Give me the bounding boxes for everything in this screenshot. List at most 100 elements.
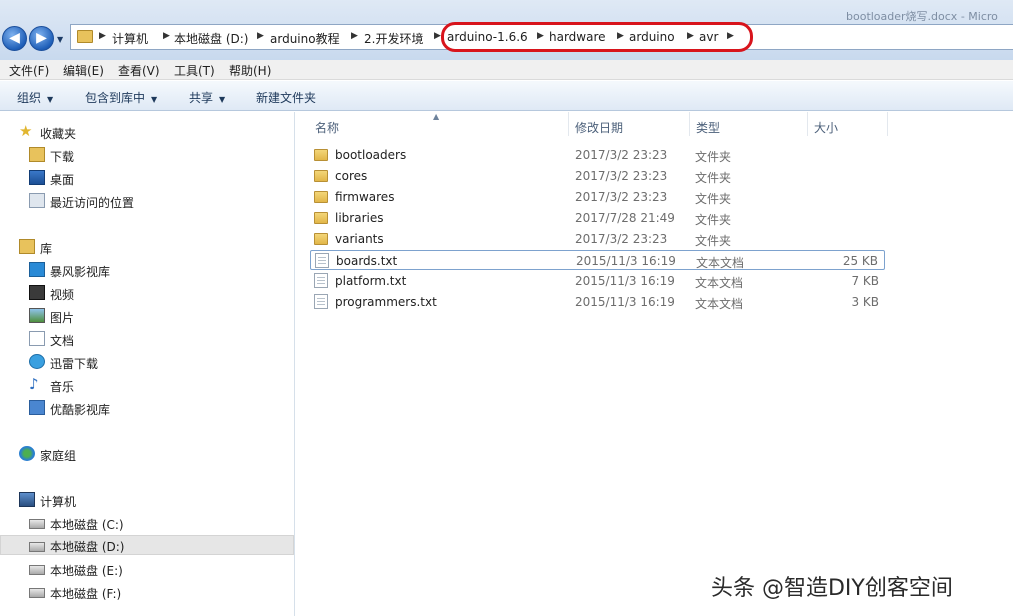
file-row[interactable]: cores 2017/3/2 23:23 文件夹 xyxy=(310,166,885,186)
nav-item-label: 本地磁盘 (E:) xyxy=(50,564,123,578)
file-date: 2015/11/3 16:19 xyxy=(576,254,676,268)
forward-button[interactable]: ▶ xyxy=(29,26,54,51)
nav-item-documents[interactable]: 文档 xyxy=(0,329,294,349)
nav-item-videos[interactable]: 视频 xyxy=(0,283,294,303)
nav-item-label: 视频 xyxy=(50,288,75,302)
file-row[interactable]: boards.txt 2015/11/3 16:19 文本文档 25 KB xyxy=(310,250,885,270)
file-name: cores xyxy=(335,169,368,183)
breadcrumb-dev-env[interactable]: 2.开发环境 xyxy=(364,30,423,47)
folder-icon xyxy=(314,191,328,203)
file-date: 2017/3/2 23:23 xyxy=(575,148,668,162)
breadcrumb-computer[interactable]: 计算机 xyxy=(112,30,148,47)
file-row[interactable]: platform.txt 2015/11/3 16:19 文本文档 7 KB xyxy=(310,271,885,291)
nav-item-xunlei-downloads[interactable]: 迅雷下载 xyxy=(0,352,294,372)
file-row[interactable]: libraries 2017/7/28 21:49 文件夹 xyxy=(310,208,885,228)
nav-item-downloads[interactable]: 下载 xyxy=(0,145,294,165)
file-type: 文件夹 xyxy=(695,234,732,248)
nav-homegroup[interactable]: 家庭组 xyxy=(0,444,294,464)
organize-button[interactable]: 组织 ▼ xyxy=(17,89,53,106)
file-name: platform.txt xyxy=(335,274,407,288)
star-icon: ★ xyxy=(19,122,33,140)
file-name: libraries xyxy=(335,211,384,225)
menu-tools[interactable]: 工具(T) xyxy=(174,62,215,79)
column-date-label: 修改日期 xyxy=(575,121,624,135)
breadcrumb-separator-icon[interactable]: ▶ xyxy=(351,31,358,41)
file-size: 7 KB xyxy=(851,274,879,288)
nav-item-label: 迅雷下载 xyxy=(50,357,99,371)
nav-item-label: 图片 xyxy=(50,311,75,325)
nav-item-label: 本地磁盘 (C:) xyxy=(50,518,124,532)
highlight-annotation-oval xyxy=(441,22,753,52)
share-button[interactable]: 共享 ▼ xyxy=(189,89,225,106)
nav-item-youku-library[interactable]: 优酷影视库 xyxy=(0,398,294,418)
file-row[interactable]: programmers.txt 2015/11/3 16:19 文本文档 3 K… xyxy=(310,292,885,312)
menu-file[interactable]: 文件(F) xyxy=(9,62,49,79)
nav-item-pictures[interactable]: 图片 xyxy=(0,306,294,326)
nav-item-label: 优酷影视库 xyxy=(50,403,111,417)
column-header-size[interactable]: 大小 xyxy=(808,112,888,136)
watermark-text: 头条 @智造DIY创客空间 xyxy=(711,576,953,601)
include-in-library-button[interactable]: 包含到库中 ▼ xyxy=(85,89,157,106)
column-header-name[interactable]: 名称 ▲ xyxy=(309,112,569,136)
breadcrumb-separator-icon[interactable]: ▶ xyxy=(99,31,106,41)
new-folder-button[interactable]: 新建文件夹 xyxy=(256,89,316,106)
file-row[interactable]: firmwares 2017/3/2 23:23 文件夹 xyxy=(310,187,885,207)
folder-icon xyxy=(314,149,328,161)
nav-computer[interactable]: 计算机 xyxy=(0,490,294,510)
nav-item-drive-e[interactable]: 本地磁盘 (E:) xyxy=(0,559,294,579)
nav-item-label: 下载 xyxy=(50,150,75,164)
back-button[interactable]: ◀ xyxy=(2,26,27,51)
menu-edit[interactable]: 编辑(E) xyxy=(63,62,104,79)
nav-item-drive-f[interactable]: 本地磁盘 (F:) xyxy=(0,582,294,602)
nav-item-recent-places[interactable]: 最近访问的位置 xyxy=(0,191,294,211)
column-size-label: 大小 xyxy=(814,121,839,135)
file-name: boards.txt xyxy=(336,254,398,268)
file-date: 2015/11/3 16:19 xyxy=(575,274,675,288)
xunlei-icon xyxy=(29,354,45,369)
file-date: 2017/3/2 23:23 xyxy=(575,232,668,246)
text-document-icon xyxy=(315,253,329,268)
chevron-down-icon: ▼ xyxy=(57,35,64,44)
file-name: bootloaders xyxy=(335,148,407,162)
nav-favorites[interactable]: ★ 收藏夹 xyxy=(0,122,294,142)
breadcrumb-drive-d[interactable]: 本地磁盘 (D:) xyxy=(174,30,248,47)
nav-libraries[interactable]: 库 xyxy=(0,237,294,257)
recent-places-icon xyxy=(29,193,45,208)
nav-item-desktop[interactable]: 桌面 xyxy=(0,168,294,188)
breadcrumb-separator-icon[interactable]: ▶ xyxy=(257,31,264,41)
column-header-date[interactable]: 修改日期 xyxy=(569,112,690,136)
drive-icon xyxy=(29,588,45,598)
file-type: 文本文档 xyxy=(695,297,744,311)
breadcrumb-separator-icon[interactable]: ▶ xyxy=(163,31,170,41)
library-icon xyxy=(19,239,35,254)
breadcrumb-arduino-tutorial[interactable]: arduino教程 xyxy=(270,30,340,47)
music-note-icon: ♪ xyxy=(29,375,39,393)
nav-item-drive-c[interactable]: 本地磁盘 (C:) xyxy=(0,513,294,533)
file-row[interactable]: bootloaders 2017/3/2 23:23 文件夹 xyxy=(310,145,885,165)
menu-help[interactable]: 帮助(H) xyxy=(229,62,271,79)
file-type: 文件夹 xyxy=(695,213,732,227)
command-bar: 组织 ▼ 包含到库中 ▼ 共享 ▼ 新建文件夹 xyxy=(0,81,1013,111)
breadcrumb-separator-icon[interactable]: ▶ xyxy=(434,31,441,41)
file-row[interactable]: variants 2017/3/2 23:23 文件夹 xyxy=(310,229,885,249)
sort-ascending-icon: ▲ xyxy=(433,112,440,121)
nav-item-drive-d[interactable]: 本地磁盘 (D:) xyxy=(0,535,294,555)
nav-item-baofeng-library[interactable]: 暴风影视库 xyxy=(0,260,294,280)
nav-item-label: 本地磁盘 (F:) xyxy=(50,587,122,601)
nav-item-label: 桌面 xyxy=(50,173,75,187)
address-bar-area: bootloader烧写.docx - Micro ◀ ▶ ▼ ▶ 计算机 ▶ … xyxy=(0,0,1013,60)
nav-item-label: 文档 xyxy=(50,334,75,348)
file-name: variants xyxy=(335,232,384,246)
menu-view[interactable]: 查看(V) xyxy=(118,62,160,79)
nav-item-label: 最近访问的位置 xyxy=(50,196,135,210)
column-name-label: 名称 xyxy=(315,121,340,135)
text-document-icon xyxy=(314,294,328,309)
recent-pages-dropdown[interactable]: ▼ xyxy=(57,35,63,44)
file-date: 2017/3/2 23:23 xyxy=(575,190,668,204)
file-type: 文本文档 xyxy=(695,276,744,290)
text-document-icon xyxy=(314,273,328,288)
column-header-type[interactable]: 类型 xyxy=(690,112,808,136)
nav-favorites-label: 收藏夹 xyxy=(40,127,77,141)
nav-item-music[interactable]: ♪ 音乐 xyxy=(0,375,294,395)
navigation-pane: ★ 收藏夹 下载 桌面 最近访问的位置 库 暴风影视库 视频 图片 文档 迅雷下… xyxy=(0,112,295,616)
